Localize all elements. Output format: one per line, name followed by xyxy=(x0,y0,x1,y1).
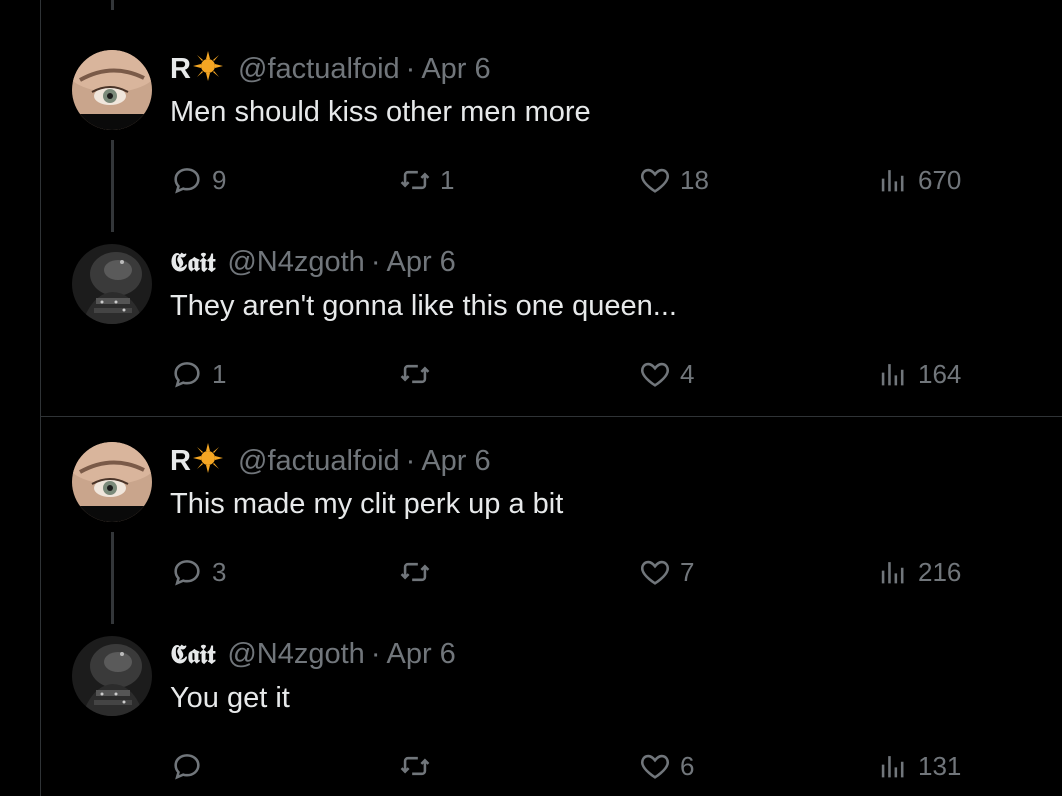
like-count: 18 xyxy=(680,164,709,195)
reply-count: 1 xyxy=(212,358,227,389)
avatar-n4zgoth[interactable] xyxy=(72,636,152,716)
reply-button[interactable]: 3 xyxy=(170,554,226,590)
retweet-count: 1 xyxy=(440,164,455,195)
reply-icon xyxy=(174,362,200,388)
like-count: 4 xyxy=(680,358,695,389)
tweet-text: This made my clit perk up a bit xyxy=(170,488,564,520)
user-handle[interactable]: @N4zgoth xyxy=(227,638,364,670)
user-handle[interactable]: @factualfoid xyxy=(238,53,400,85)
user-handle[interactable]: @N4zgoth xyxy=(227,246,364,278)
tweet-date[interactable]: Apr 6 xyxy=(386,246,455,278)
views-icon xyxy=(881,170,904,192)
view-count: 670 xyxy=(918,164,962,195)
tweet-content: 𝕮𝖆𝖎𝖙 @N4zgoth · Apr 6 You get it 6 131 xyxy=(170,636,1032,781)
reply-icon xyxy=(174,168,200,194)
like-icon xyxy=(641,362,669,387)
avatar-factualfoid[interactable] xyxy=(72,50,152,130)
retweet-button[interactable]: 1 xyxy=(398,162,454,198)
tweet-actions: 6 131 xyxy=(170,748,990,784)
like-button[interactable]: 7 xyxy=(638,554,694,590)
like-button[interactable]: 6 xyxy=(638,748,694,784)
sun-emoji-icon xyxy=(192,50,224,91)
views-button[interactable]: 131 xyxy=(876,748,961,784)
reply-count: 3 xyxy=(212,556,227,587)
like-count: 6 xyxy=(680,750,695,781)
like-count: 7 xyxy=(680,556,695,587)
conversation-divider xyxy=(40,416,1062,417)
tweet-header: R @factualfoid · Apr 6 xyxy=(170,50,1032,86)
reply-button[interactable]: 1 xyxy=(170,356,226,392)
tweet-text: Men should kiss other men more xyxy=(170,96,591,128)
tweet-header: 𝕮𝖆𝖎𝖙 @N4zgoth · Apr 6 xyxy=(170,244,1032,280)
view-count: 131 xyxy=(918,750,962,781)
views-icon xyxy=(881,364,904,386)
views-button[interactable]: 164 xyxy=(876,356,961,392)
retweet-icon xyxy=(400,562,430,582)
like-button[interactable]: 4 xyxy=(638,356,694,392)
tweet-text: They aren't gonna like this one queen... xyxy=(170,290,677,322)
separator-dot: · xyxy=(405,445,416,477)
retweet-icon xyxy=(400,170,430,190)
tweet-actions: 9 1 18 670 xyxy=(170,162,990,198)
view-count: 216 xyxy=(918,556,962,587)
retweet-button[interactable] xyxy=(398,356,440,392)
display-name[interactable]: R xyxy=(170,445,191,477)
like-icon xyxy=(641,754,669,779)
timeline-border xyxy=(40,0,41,796)
tweet-content: R @factualfoid · Apr 6 Men should kiss oth… xyxy=(170,50,1032,195)
views-icon xyxy=(881,562,904,584)
views-icon xyxy=(881,756,904,778)
tweet-date[interactable]: Apr 6 xyxy=(386,638,455,670)
thread-connector xyxy=(111,532,114,624)
reply-icon xyxy=(174,560,200,586)
tweet-actions: 1 4 164 xyxy=(170,356,990,392)
separator-dot: · xyxy=(370,638,381,670)
reply-count: 9 xyxy=(212,164,227,195)
avatar-n4zgoth[interactable] xyxy=(72,244,152,324)
retweet-icon xyxy=(400,756,430,776)
tweet-date[interactable]: Apr 6 xyxy=(421,445,490,477)
views-button[interactable]: 670 xyxy=(876,162,961,198)
views-button[interactable]: 216 xyxy=(876,554,961,590)
thread-page: R @factualfoid · Apr 6 Men should kiss oth… xyxy=(0,0,1062,796)
tweet-date[interactable]: Apr 6 xyxy=(421,53,490,85)
reply-button[interactable] xyxy=(170,748,212,784)
retweet-button[interactable] xyxy=(398,748,440,784)
display-name[interactable]: 𝕮𝖆𝖎𝖙 xyxy=(170,640,215,670)
like-button[interactable]: 18 xyxy=(638,162,709,198)
reply-icon xyxy=(174,754,200,780)
sun-emoji-icon xyxy=(192,442,224,483)
tweet-header: R @factualfoid · Apr 6 xyxy=(170,442,1032,478)
separator-dot: · xyxy=(405,53,416,85)
retweet-button[interactable] xyxy=(398,554,440,590)
display-name[interactable]: R xyxy=(170,53,191,85)
display-name[interactable]: 𝕮𝖆𝖎𝖙 xyxy=(170,248,215,278)
thread-connector xyxy=(111,140,114,232)
thread-connector xyxy=(111,0,114,10)
tweet-content: 𝕮𝖆𝖎𝖙 @N4zgoth · Apr 6 They aren't gonna li… xyxy=(170,244,1032,389)
user-handle[interactable]: @factualfoid xyxy=(238,445,400,477)
like-icon xyxy=(641,560,669,585)
tweet-text: You get it xyxy=(170,682,290,714)
retweet-icon xyxy=(400,364,430,384)
like-icon xyxy=(641,168,669,193)
avatar-factualfoid[interactable] xyxy=(72,442,152,522)
reply-button[interactable]: 9 xyxy=(170,162,226,198)
tweet-header: 𝕮𝖆𝖎𝖙 @N4zgoth · Apr 6 xyxy=(170,636,1032,672)
view-count: 164 xyxy=(918,358,962,389)
tweet-content: R @factualfoid · Apr 6 This made my clit p… xyxy=(170,442,1032,587)
tweet-actions: 3 7 216 xyxy=(170,554,990,590)
separator-dot: · xyxy=(370,246,381,278)
